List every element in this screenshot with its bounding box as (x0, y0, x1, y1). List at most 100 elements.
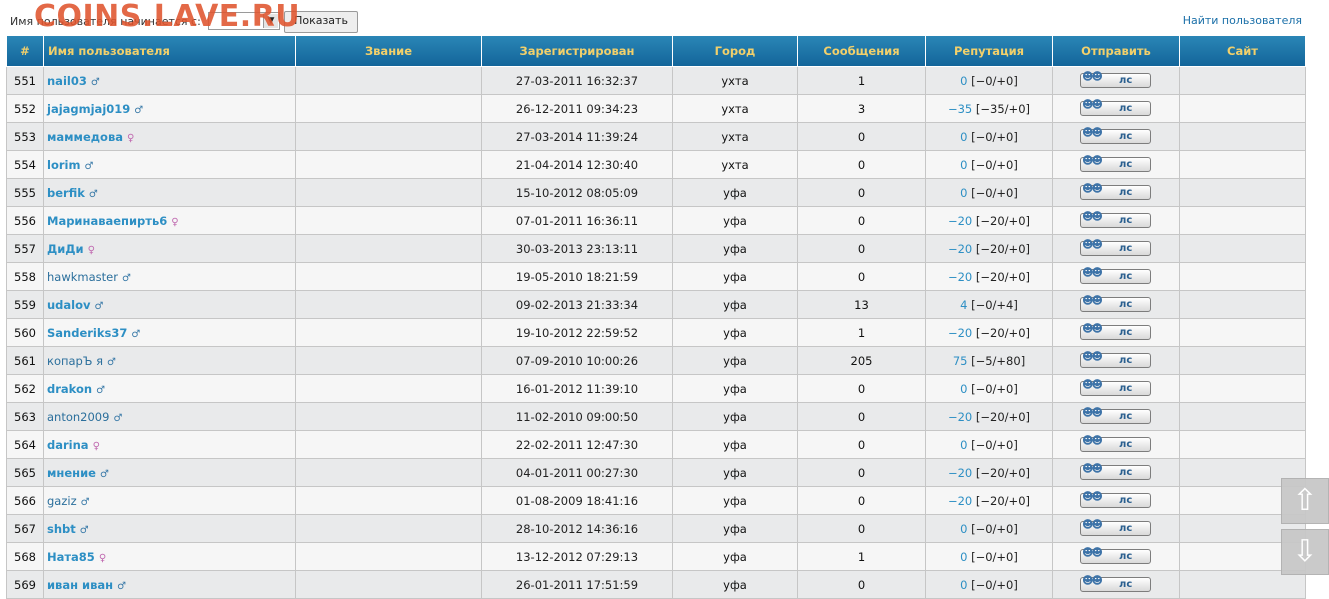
row-number: 562 (6, 374, 44, 403)
reputation-value[interactable]: −20 (948, 494, 972, 508)
reputation-detail: [−20/+0] (975, 409, 1030, 424)
username-link[interactable]: иван иван (47, 578, 113, 592)
private-message-button[interactable]: ☻☻ лс (1080, 238, 1151, 256)
column-header-reputation[interactable]: Репутация (925, 36, 1053, 67)
username-link[interactable]: nail03 (47, 74, 87, 88)
reputation-value[interactable]: 0 (960, 130, 967, 144)
private-message-button[interactable]: ☻☻ лс (1080, 98, 1151, 116)
reputation-value[interactable]: 0 (960, 158, 967, 172)
column-header-username[interactable]: Имя пользователя (43, 36, 296, 67)
private-message-button[interactable]: ☻☻ лс (1080, 406, 1151, 424)
reputation-cell: −35 [−35/+0] (925, 94, 1053, 123)
username-link[interactable]: lorim (47, 158, 80, 172)
reputation-value[interactable]: 4 (960, 298, 967, 312)
reputation-cell: −20 [−20/+0] (925, 234, 1053, 263)
username-link[interactable]: Ната85 (47, 550, 95, 564)
post-count: 0 (797, 262, 926, 291)
reputation-value[interactable]: 0 (960, 522, 967, 536)
username-link[interactable]: мнение (47, 466, 96, 480)
private-message-button[interactable]: ☻☻ лс (1080, 518, 1151, 536)
private-message-button[interactable]: ☻☻ лс (1080, 126, 1151, 144)
rank-cell (295, 346, 482, 375)
site-watermark: COINS.LAVE.RU (34, 0, 301, 34)
send-cell: ☻☻ лс (1052, 458, 1180, 487)
site-cell (1179, 318, 1306, 347)
username-cell: маммедова ♀ (43, 122, 296, 151)
username-link[interactable]: drakon (47, 382, 92, 396)
column-header-rank[interactable]: Звание (295, 36, 482, 67)
scroll-down-button[interactable]: ⇩ (1281, 529, 1329, 575)
username-link[interactable]: маммедова (47, 130, 123, 144)
column-header-posts[interactable]: Сообщения (797, 36, 926, 67)
username-link[interactable]: darina (47, 438, 89, 452)
send-cell: ☻☻ лс (1052, 402, 1180, 431)
city: уфа (672, 486, 798, 515)
pm-label: лс (1119, 187, 1133, 198)
private-message-button[interactable]: ☻☻ лс (1080, 210, 1151, 228)
reputation-detail: [−0/+0] (971, 521, 1018, 536)
users-icon: ☻☻ (1082, 126, 1103, 139)
username-link[interactable]: hawkmaster (47, 270, 118, 284)
username-link[interactable]: berfik (47, 186, 85, 200)
private-message-button[interactable]: ☻☻ лс (1080, 546, 1151, 564)
reputation-detail: [−20/+0] (975, 465, 1030, 480)
reputation-value[interactable]: 75 (953, 354, 968, 368)
site-cell (1179, 374, 1306, 403)
reputation-value[interactable]: 0 (960, 74, 967, 88)
post-count: 13 (797, 290, 926, 319)
reputation-value[interactable]: −20 (948, 270, 972, 284)
reputation-cell: 4 [−0/+4] (925, 290, 1053, 319)
reputation-value[interactable]: 0 (960, 550, 967, 564)
reputation-value[interactable]: 0 (960, 578, 967, 592)
private-message-button[interactable]: ☻☻ лс (1080, 462, 1151, 480)
registered-date: 28-10-2012 14:36:16 (481, 514, 673, 543)
private-message-button[interactable]: ☻☻ лс (1080, 154, 1151, 172)
find-user-link[interactable]: Найти пользователя (1183, 14, 1302, 27)
city: уфа (672, 458, 798, 487)
post-count: 0 (797, 514, 926, 543)
username-link[interactable]: копарЪ я (47, 354, 103, 368)
send-cell: ☻☻ лс (1052, 122, 1180, 151)
column-header-number[interactable]: # (6, 36, 44, 67)
reputation-value[interactable]: 0 (960, 186, 967, 200)
reputation-value[interactable]: 0 (960, 382, 967, 396)
post-count: 0 (797, 458, 926, 487)
private-message-button[interactable]: ☻☻ лс (1080, 294, 1151, 312)
private-message-button[interactable]: ☻☻ лс (1080, 434, 1151, 452)
username-cell: nail03 ♂ (43, 66, 296, 95)
scroll-up-button[interactable]: ⇧ (1281, 478, 1329, 524)
username-link[interactable]: jajagmjaj019 (47, 102, 130, 116)
private-message-button[interactable]: ☻☻ лс (1080, 322, 1151, 340)
city: ухта (672, 150, 798, 179)
username-link[interactable]: ДиДи (47, 242, 84, 256)
private-message-button[interactable]: ☻☻ лс (1080, 574, 1151, 592)
private-message-button[interactable]: ☻☻ лс (1080, 378, 1151, 396)
username-link[interactable]: anton2009 (47, 410, 109, 424)
username-link[interactable]: Маринаваепирть6 (47, 214, 167, 228)
column-header-registered[interactable]: Зарегистрирован (481, 36, 673, 67)
reputation-value[interactable]: −35 (948, 102, 972, 116)
pm-label: лс (1119, 243, 1133, 254)
male-icon: ♂ (134, 104, 144, 116)
reputation-value[interactable]: −20 (948, 326, 972, 340)
private-message-button[interactable]: ☻☻ лс (1080, 70, 1151, 88)
private-message-button[interactable]: ☻☻ лс (1080, 350, 1151, 368)
reputation-detail: [−0/+0] (971, 381, 1018, 396)
female-icon: ♀ (87, 244, 95, 256)
table-row: 558 hawkmaster ♂ 19-05-2010 18:21:59 уфа 0 −20… (6, 262, 1306, 291)
username-link[interactable]: udalov (47, 298, 91, 312)
reputation-value[interactable]: −20 (948, 410, 972, 424)
column-header-city[interactable]: Город (672, 36, 798, 67)
private-message-button[interactable]: ☻☻ лс (1080, 490, 1151, 508)
private-message-button[interactable]: ☻☻ лс (1080, 266, 1151, 284)
reputation-value[interactable]: −20 (948, 466, 972, 480)
username-link[interactable]: Sanderiks37 (47, 326, 127, 340)
table-row: 552 jajagmjaj019 ♂ 26-12-2011 09:34:23 ухта 3… (6, 94, 1306, 123)
reputation-value[interactable]: 0 (960, 438, 967, 452)
private-message-button[interactable]: ☻☻ лс (1080, 182, 1151, 200)
username-link[interactable]: gaziz (47, 494, 77, 508)
reputation-value[interactable]: −20 (948, 214, 972, 228)
reputation-value[interactable]: −20 (948, 242, 972, 256)
username-link[interactable]: shbt (47, 522, 76, 536)
reputation-cell: 0 [−0/+0] (925, 374, 1053, 403)
